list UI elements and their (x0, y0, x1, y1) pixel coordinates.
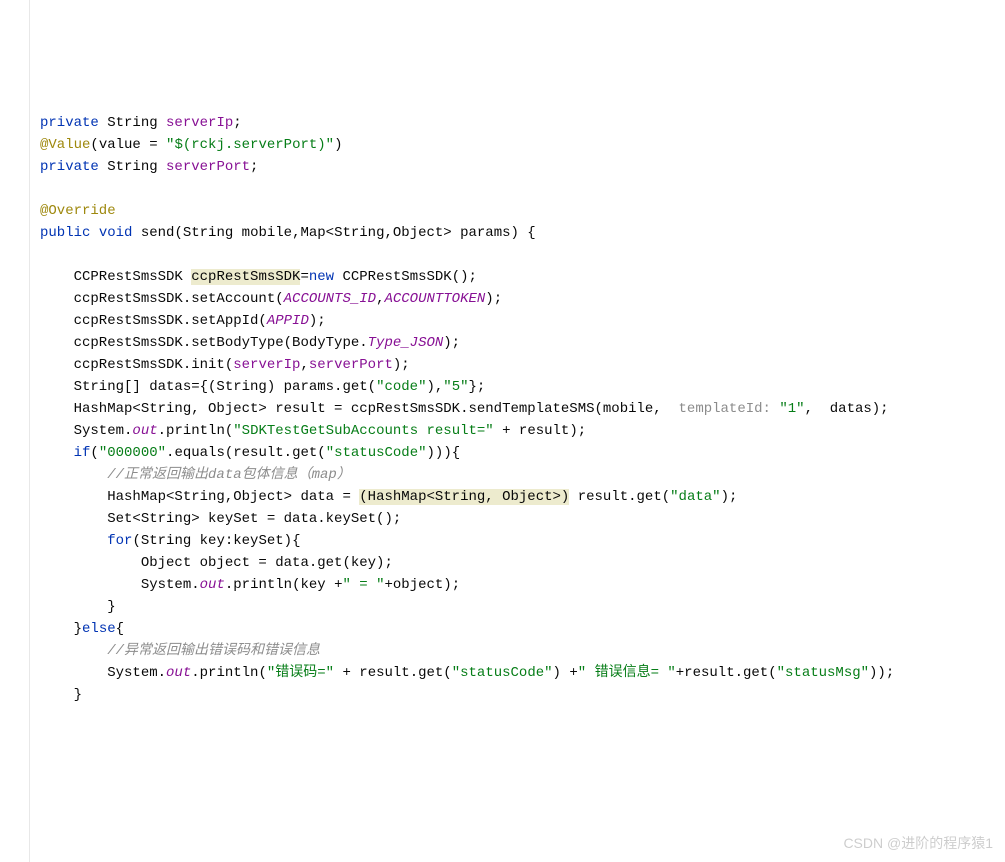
code-line: for(String key:keySet){ (40, 530, 1005, 552)
code-line: @Override (40, 200, 1005, 222)
code-line: HashMap<String, Object> result = ccpRest… (40, 398, 1005, 420)
code-line: System.out.println("SDKTestGetSubAccount… (40, 420, 1005, 442)
code-line: private String serverPort; (40, 156, 1005, 178)
code-line: } (40, 684, 1005, 706)
code-line: //正常返回输出data包体信息（map） (40, 464, 1005, 486)
gutter (0, 0, 30, 862)
code-line: ccpRestSmsSDK.setAppId(APPID); (40, 310, 1005, 332)
code-line: ccpRestSmsSDK.setAccount(ACCOUNTS_ID,ACC… (40, 288, 1005, 310)
code-line (40, 244, 1005, 266)
code-line: //异常返回输出错误码和错误信息 (40, 640, 1005, 662)
code-line: ccpRestSmsSDK.init(serverIp,serverPort); (40, 354, 1005, 376)
code-editor[interactable]: private String serverIp;@Value(value = "… (40, 112, 1005, 706)
code-line: if("000000".equals(result.get("statusCod… (40, 442, 1005, 464)
code-line: } (40, 596, 1005, 618)
code-line: HashMap<String,Object> data = (HashMap<S… (40, 486, 1005, 508)
code-line: }else{ (40, 618, 1005, 640)
code-line: CCPRestSmsSDK ccpRestSmsSDK=new CCPRestS… (40, 266, 1005, 288)
code-line: Set<String> keySet = data.keySet(); (40, 508, 1005, 530)
code-line: String[] datas={(String) params.get("cod… (40, 376, 1005, 398)
code-line: ccpRestSmsSDK.setBodyType(BodyType.Type_… (40, 332, 1005, 354)
code-line: System.out.println("错误码=" + result.get("… (40, 662, 1005, 684)
code-line: Object object = data.get(key); (40, 552, 1005, 574)
watermark: CSDN @进阶的程序猿1 (843, 832, 993, 854)
code-line: System.out.println(key +" = "+object); (40, 574, 1005, 596)
code-line: public void send(String mobile,Map<Strin… (40, 222, 1005, 244)
code-line: @Value(value = "$(rckj.serverPort)") (40, 134, 1005, 156)
code-line (40, 178, 1005, 200)
code-line: private String serverIp; (40, 112, 1005, 134)
